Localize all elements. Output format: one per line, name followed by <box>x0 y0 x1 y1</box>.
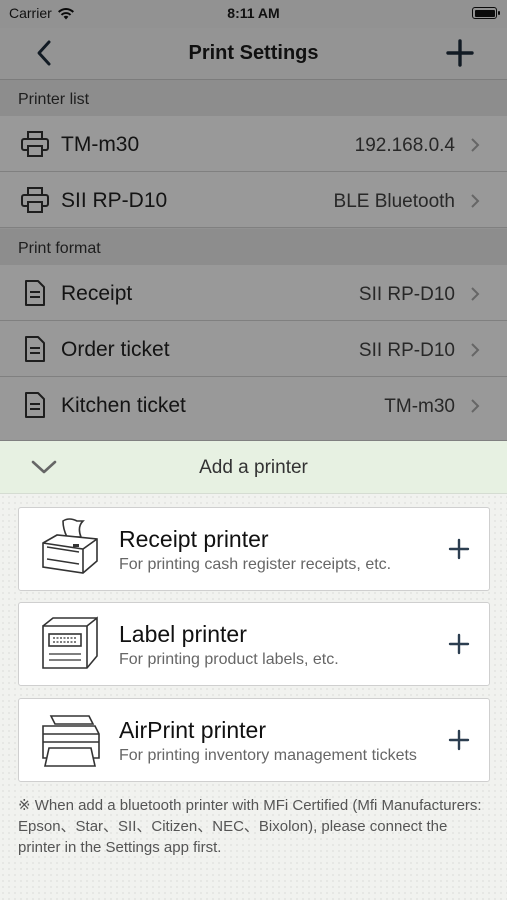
add-label-printer-card[interactable]: Label printer For printing product label… <box>18 602 490 686</box>
receipt-printer-icon <box>42 518 98 574</box>
dim-overlay[interactable] <box>0 0 507 441</box>
plus-icon[interactable] <box>447 728 471 752</box>
label-printer-icon <box>42 616 98 669</box>
card-subtitle: For printing inventory management ticket… <box>119 747 417 764</box>
sheet-title: Add a printer <box>199 457 308 478</box>
card-title: Label printer <box>119 621 247 647</box>
bluetooth-footnote: ※ When add a bluetooth printer with MFi … <box>18 797 482 856</box>
card-subtitle: For printing product labels, etc. <box>119 651 339 668</box>
add-printer-sheet-header: Add a printer <box>0 441 507 494</box>
add-receipt-printer-card[interactable]: Receipt printer For printing cash regist… <box>18 507 490 591</box>
add-airprint-printer-card[interactable]: AirPrint printer For printing inventory … <box>18 698 490 782</box>
card-subtitle: For printing cash register receipts, etc… <box>119 556 392 573</box>
card-title: AirPrint printer <box>119 717 266 743</box>
airprint-printer-icon <box>42 715 100 767</box>
plus-icon[interactable] <box>447 632 471 656</box>
card-title: Receipt printer <box>119 526 269 552</box>
screen: Carrier 8:11 AM Print Settings Printer l… <box>0 0 507 900</box>
plus-icon[interactable] <box>447 537 471 561</box>
